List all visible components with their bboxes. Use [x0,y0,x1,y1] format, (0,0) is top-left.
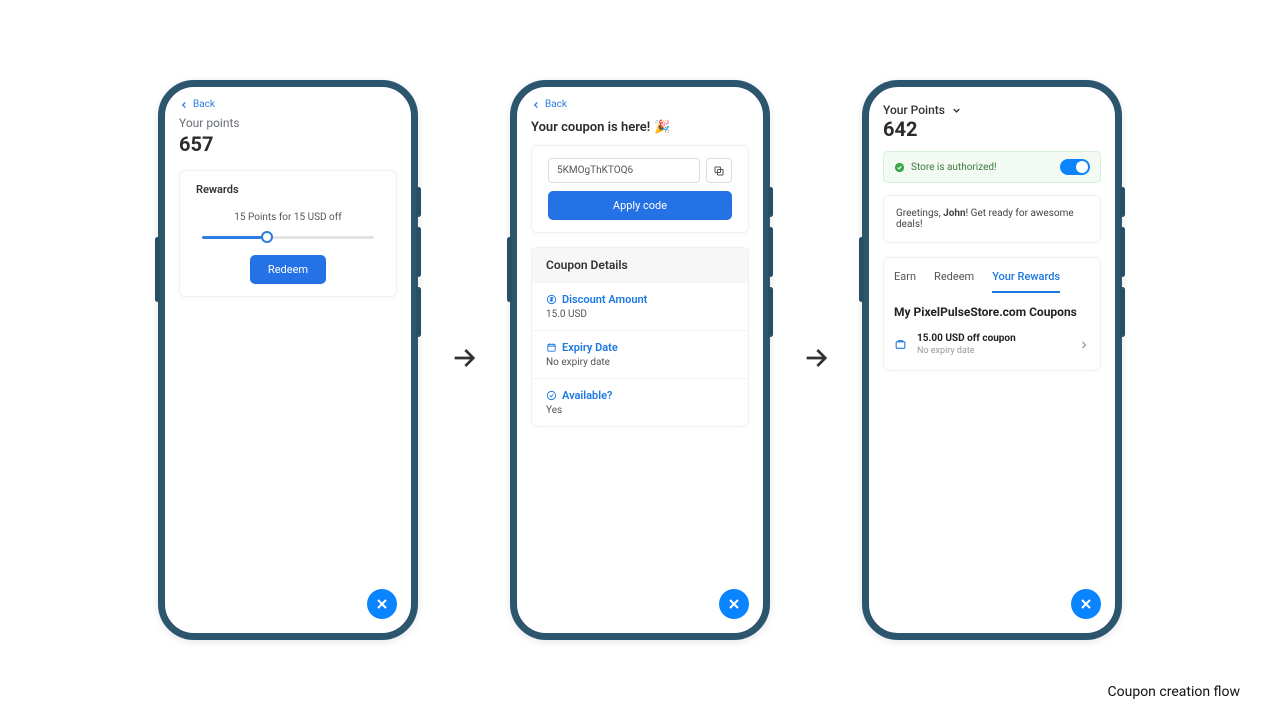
copy-icon [713,165,725,177]
points-dropdown[interactable]: Your Points [883,103,1101,117]
arrow-icon [800,342,832,378]
details-title: Coupon Details [532,248,748,282]
phone-coupon: Back Your coupon is here! 🎉 Apply code C… [510,80,770,640]
coupon-code-input[interactable] [548,158,700,183]
back-label: Back [193,99,215,110]
detail-expiry: Expiry Date No expiry date [532,330,748,378]
close-icon [1078,596,1094,612]
rewards-title: Rewards [196,183,380,196]
arrow-left-icon [531,100,541,110]
coupons-section-title: My PixelPulseStore.com Coupons [884,293,1100,327]
rewards-card: Rewards 15 Points for 15 USD off Redeem [179,170,397,297]
tab-your-rewards[interactable]: Your Rewards [992,270,1060,293]
detail-discount: Discount Amount 15.0 USD [532,282,748,330]
dollar-icon [546,294,557,305]
back-button[interactable]: Back [179,99,397,110]
copy-button[interactable] [706,158,732,183]
points-value: 657 [179,132,397,156]
detail-available: Available? Yes [532,378,748,426]
auth-banner: Store is authorized! [883,151,1101,183]
coupon-item[interactable]: 15.00 USD off coupon No expiry date [884,327,1100,370]
rewards-tabs-card: Earn Redeem Your Rewards My PixelPulseSt… [883,257,1101,371]
coupon-icon [894,338,907,351]
code-card: Apply code [531,145,749,233]
arrow-icon [448,342,480,378]
tab-redeem[interactable]: Redeem [934,270,974,293]
phone-points: Back Your points 657 Rewards 15 Points f… [158,80,418,640]
greeting-card: Greetings, John! Get ready for awesome d… [883,195,1101,243]
redeem-button[interactable]: Redeem [250,255,326,284]
chevron-right-icon [1078,339,1090,351]
calendar-icon [546,342,557,353]
party-icon: 🎉 [654,120,670,135]
points-value: 642 [883,117,1101,141]
close-button[interactable] [1071,589,1101,619]
close-icon [726,596,742,612]
auth-toggle[interactable] [1060,159,1090,175]
phone-rewards: Your Points 642 Store is authorized! Gre… [862,80,1122,640]
slider-text: 15 Points for 15 USD off [196,212,380,223]
coupon-headline: Your coupon is here! 🎉 [531,120,749,135]
arrow-left-icon [179,100,189,110]
check-circle-icon [894,162,905,173]
check-circle-icon [546,390,557,401]
close-button[interactable] [719,589,749,619]
coupon-flow: Back Your points 657 Rewards 15 Points f… [0,0,1280,640]
points-label: Your points [179,116,397,130]
close-icon [374,596,390,612]
close-button[interactable] [367,589,397,619]
points-slider[interactable] [202,231,374,243]
tab-earn[interactable]: Earn [894,270,916,293]
coupon-details-card: Coupon Details Discount Amount 15.0 USD … [531,247,749,427]
caption: Coupon creation flow [1108,684,1240,700]
back-button[interactable]: Back [531,99,749,110]
apply-code-button[interactable]: Apply code [548,191,732,220]
chevron-down-icon [951,105,962,116]
back-label: Back [545,99,567,110]
